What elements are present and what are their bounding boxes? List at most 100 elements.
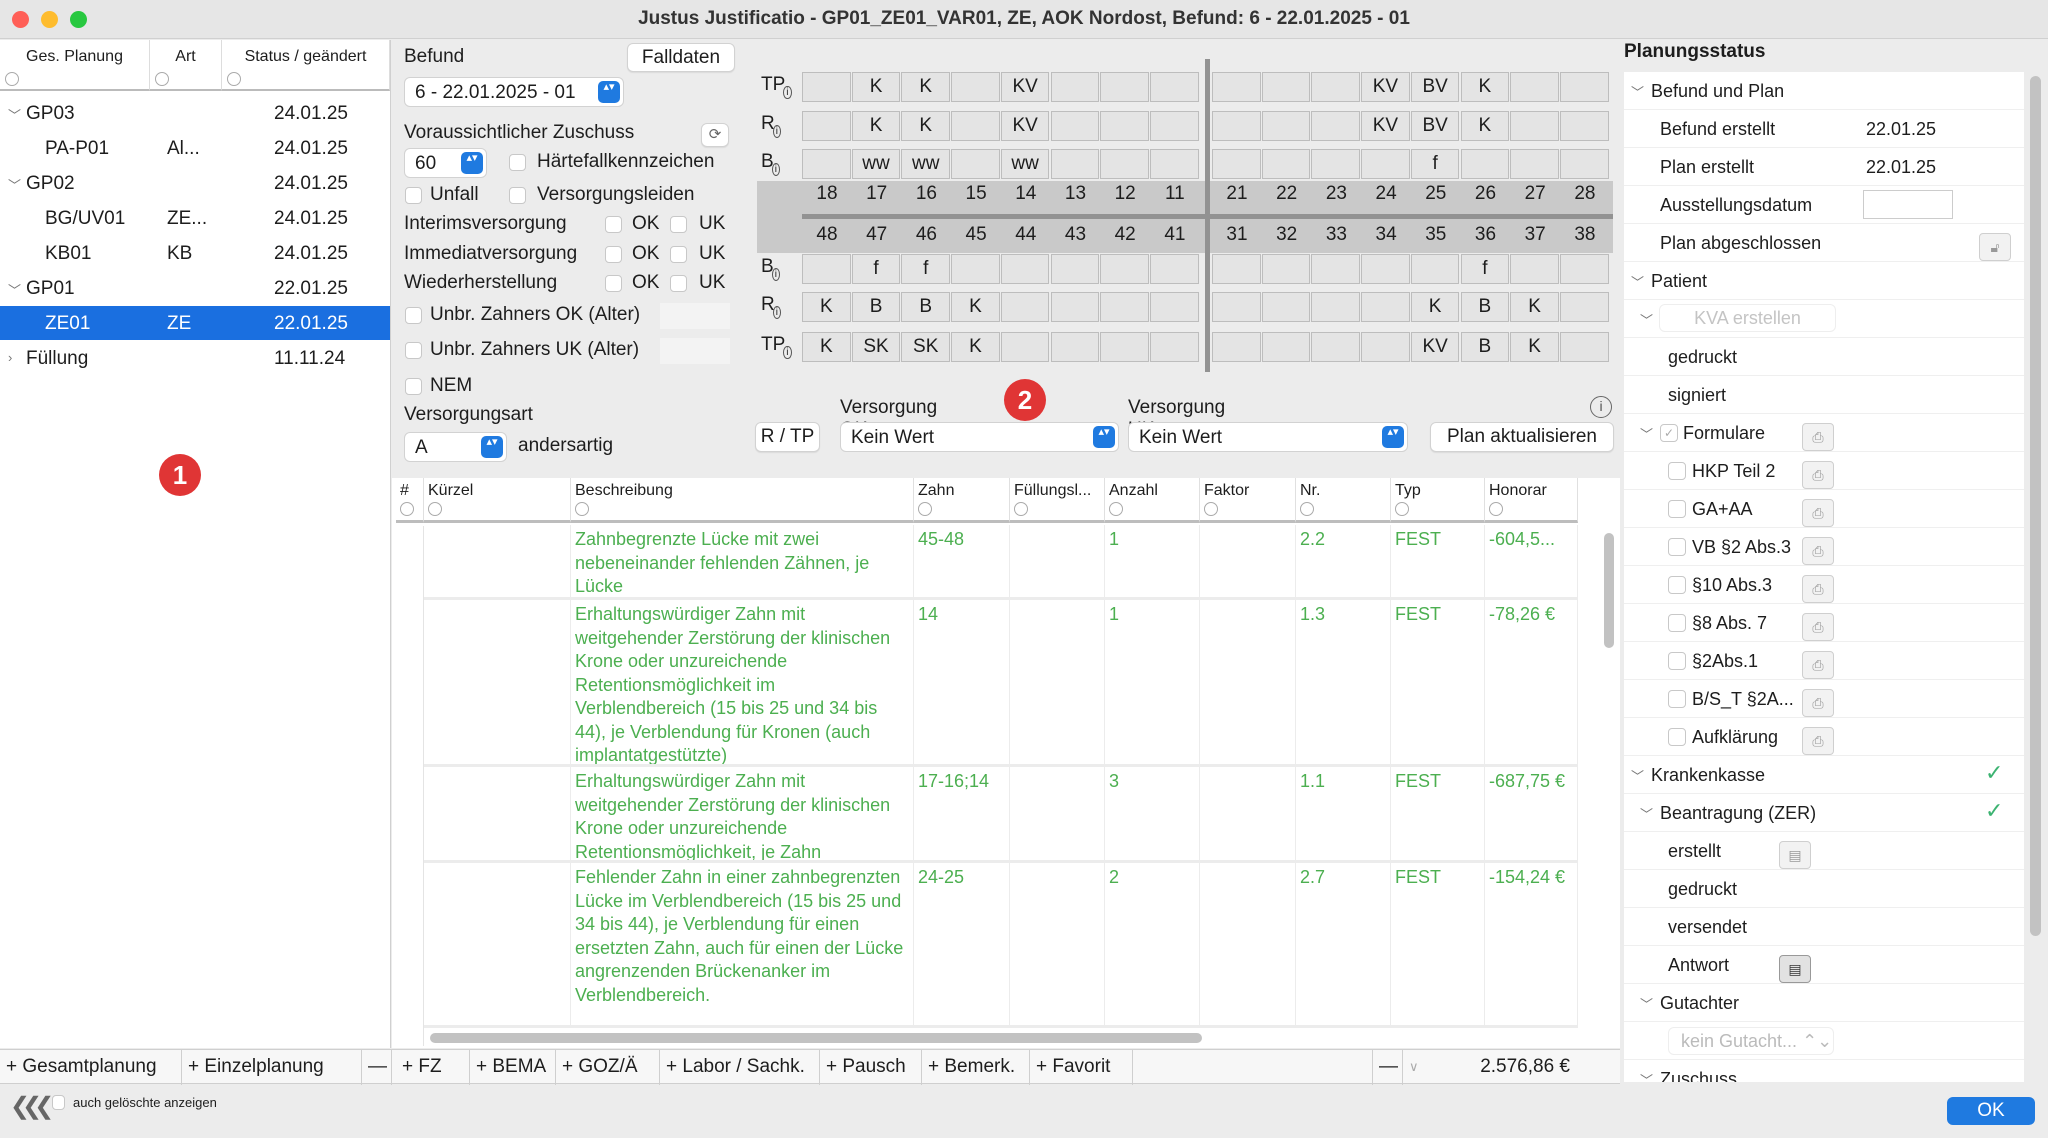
tooth-cell[interactable]	[1510, 111, 1559, 141]
tooth-cell[interactable]: K	[1510, 332, 1559, 362]
printer-icon[interactable]: ⎙	[1802, 651, 1834, 679]
wiederherstellung-uk-checkbox[interactable]	[670, 275, 687, 292]
tooth-cell[interactable]	[951, 72, 1000, 102]
tooth-cell[interactable]	[1000, 292, 1050, 322]
tooth-cell[interactable]	[1050, 332, 1100, 362]
tooth-cell[interactable]: K	[901, 72, 951, 102]
tooth-cell[interactable]	[1100, 72, 1149, 102]
plan-update-button[interactable]: Plan aktualisieren	[1430, 422, 1614, 452]
tooth-cell[interactable]	[1212, 292, 1261, 322]
tooth-cell[interactable]: ww	[851, 149, 901, 179]
table-row[interactable]: Erhaltungswürdiger Zahn mit weitgehender…	[424, 767, 1578, 863]
versorgungsleiden-checkbox[interactable]	[509, 187, 526, 204]
add-gesamtplanung-button[interactable]: + Gesamtplanung	[0, 1050, 182, 1085]
tree-row[interactable]: BG/UV01 ZE... 24.01.25	[0, 201, 390, 235]
chart-row-label[interactable]: Bi	[761, 151, 780, 176]
tooth-cell[interactable]: K	[1510, 292, 1559, 322]
chevron-down-icon[interactable]: ﹀	[8, 175, 21, 194]
tooth-cell[interactable]	[1261, 332, 1311, 362]
remove-planning-button[interactable]: —	[362, 1050, 392, 1085]
chevron-down-icon[interactable]: ﹀	[8, 105, 21, 124]
column-filter-radio[interactable]	[400, 502, 414, 516]
column-filter-radio[interactable]	[428, 502, 442, 516]
remove-service-button[interactable]: —	[1372, 1050, 1403, 1085]
tooth-cell[interactable]	[1460, 149, 1510, 179]
tooth-cell[interactable]	[802, 149, 851, 179]
tooth-cell[interactable]	[951, 111, 1000, 141]
status-row[interactable]: ﹀ Patient	[1624, 262, 2024, 300]
tooth-cell[interactable]	[1100, 149, 1149, 179]
checkbox[interactable]	[1668, 500, 1686, 518]
tooth-cell[interactable]	[1050, 254, 1100, 284]
tooth-cell[interactable]	[1149, 292, 1199, 322]
tooth-cell[interactable]	[1559, 292, 1609, 322]
tooth-cell[interactable]	[802, 72, 851, 102]
lock-button[interactable]: 🔓︎	[1979, 233, 2011, 261]
tooth-cell[interactable]: KV	[1000, 111, 1050, 141]
checkbox[interactable]	[1668, 462, 1686, 480]
tooth-cell[interactable]	[1261, 254, 1311, 284]
table-column-header[interactable]: Typ	[1391, 478, 1485, 523]
column-filter-radio[interactable]	[1204, 502, 1218, 516]
tooth-cell[interactable]	[1100, 292, 1149, 322]
tooth-cell[interactable]	[1410, 254, 1460, 284]
chevron-down-icon[interactable]: ∨	[1403, 1050, 1433, 1085]
column-filter-radio[interactable]	[1395, 502, 1409, 516]
printer-icon[interactable]: ⎙	[1802, 575, 1834, 603]
chevron-down-icon[interactable]: ﹀	[8, 280, 21, 299]
status-row[interactable]: ﹀ KVA erstellen	[1624, 300, 2024, 338]
tooth-cell[interactable]: KV	[1361, 111, 1410, 141]
tooth-cell[interactable]	[1149, 149, 1199, 179]
chevron-down-icon[interactable]: ﹀	[1640, 1070, 1653, 1082]
column-filter-radio[interactable]	[227, 72, 241, 86]
table-row[interactable]: Fehlender Zahn in einer zahnbegrenzten L…	[424, 863, 1578, 1028]
interims-ok-checkbox[interactable]	[605, 216, 622, 233]
add-einzelplanung-button[interactable]: + Einzelplanung	[182, 1050, 362, 1085]
info-icon[interactable]: i	[783, 345, 792, 359]
tooth-cell[interactable]: K	[1460, 111, 1510, 141]
tooth-cell[interactable]: K	[951, 292, 1000, 322]
tooth-cell[interactable]	[1212, 111, 1261, 141]
printer-icon[interactable]: ⎙	[1802, 613, 1834, 641]
status-row[interactable]: ﹀ ✓ Formulare ⎙	[1624, 414, 2024, 452]
collapse-chevrons-icon[interactable]: ❮❮❮	[10, 1092, 54, 1121]
tree-row[interactable]: › Füllung 11.11.24	[0, 341, 390, 375]
interims-uk-checkbox[interactable]	[670, 216, 687, 233]
printer-icon[interactable]: ⎙	[1802, 461, 1834, 489]
add-favorit-button[interactable]: + Favorit	[1030, 1050, 1133, 1085]
chart-row-label[interactable]: Bi	[761, 256, 780, 281]
tooth-cell[interactable]	[1311, 149, 1361, 179]
nem-checkbox[interactable]	[405, 378, 422, 395]
table-row[interactable]: Erhaltungswürdiger Zahn mit weitgehender…	[424, 600, 1578, 767]
tooth-cell[interactable]	[1149, 72, 1199, 102]
clipboard-icon[interactable]: ▤	[1779, 955, 1811, 983]
tooth-cell[interactable]: ww	[901, 149, 951, 179]
checkbox[interactable]	[1668, 652, 1686, 670]
ausstellungsdatum-input[interactable]	[1863, 190, 1953, 219]
tooth-cell[interactable]	[1510, 149, 1559, 179]
show-deleted-checkbox[interactable]	[52, 1095, 65, 1110]
tooth-cell[interactable]	[1361, 149, 1410, 179]
checkbox[interactable]	[1668, 614, 1686, 632]
tooth-cell[interactable]	[1000, 254, 1050, 284]
tree-row[interactable]: KB01 KB 24.01.25	[0, 236, 390, 270]
tooth-cell[interactable]	[1361, 292, 1410, 322]
tooth-cell[interactable]	[1100, 254, 1149, 284]
column-filter-radio[interactable]	[1300, 502, 1314, 516]
tooth-cell[interactable]	[1149, 254, 1199, 284]
table-column-header[interactable]: Zahn	[914, 478, 1010, 523]
immediat-uk-checkbox[interactable]	[670, 246, 687, 263]
unbr-uk-age-field[interactable]	[660, 338, 730, 364]
tooth-cell[interactable]	[1559, 254, 1609, 284]
table-column-header[interactable]: Honorar	[1485, 478, 1578, 523]
tooth-cell[interactable]	[1100, 332, 1149, 362]
printer-icon[interactable]: ⎙	[1802, 537, 1834, 565]
table-horizontal-scrollbar[interactable]	[430, 1033, 1202, 1043]
tree-row[interactable]: ﹀ GP01 22.01.25	[0, 271, 390, 305]
add-goz-button[interactable]: + GOZ/Ä	[556, 1050, 660, 1085]
falldaten-button[interactable]: Falldaten	[627, 43, 735, 72]
unbr-ok-checkbox[interactable]	[405, 307, 422, 324]
tooth-cell[interactable]: K	[802, 292, 851, 322]
table-row[interactable]: Zahnbegrenzte Lücke mit zwei nebeneinand…	[424, 525, 1578, 600]
tree-column-header[interactable]: Status / geändert	[222, 40, 390, 91]
